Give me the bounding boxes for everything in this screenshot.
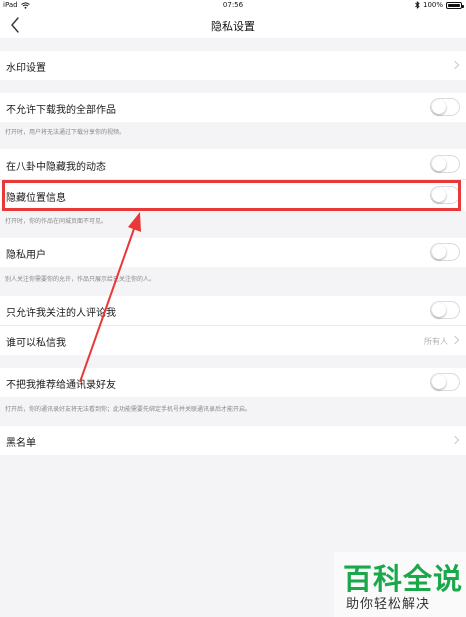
brand-watermark: 百科全说 助你轻松解决 — [334, 552, 466, 617]
annotation-arrow-icon — [79, 212, 141, 383]
watermark-subtitle: 助你轻松解决 — [346, 597, 431, 612]
watermark-title: 百科全说 — [343, 562, 464, 596]
